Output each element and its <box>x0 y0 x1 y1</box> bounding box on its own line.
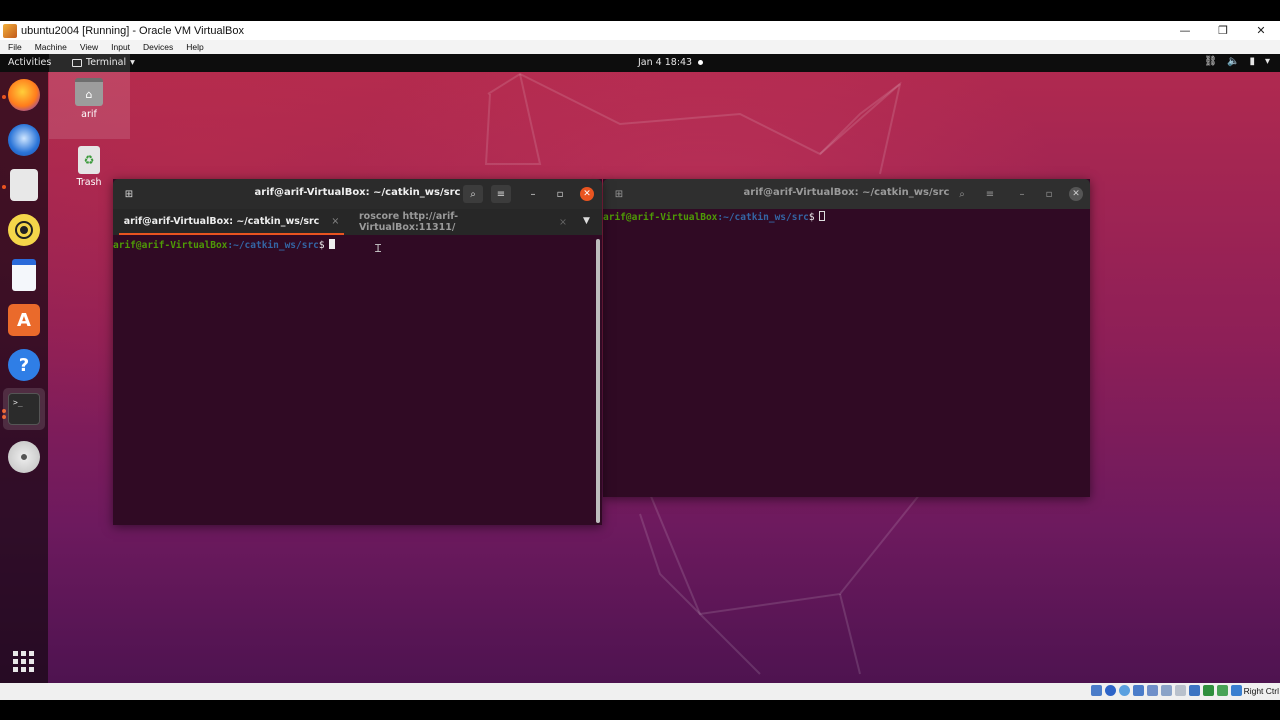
notification-dot-icon <box>698 60 703 65</box>
terminal-left-output[interactable]: arif@arif-VirtualBox:~/catkin_ws/src$ Ɪ <box>113 239 602 255</box>
terminal-right-headerbar: ⊞ arif@arif-VirtualBox: ~/catkin_ws/src … <box>603 179 1090 209</box>
desktop-trash-label: Trash <box>76 177 102 188</box>
menu-view[interactable]: View <box>80 42 98 52</box>
dock: A ? >_ <box>0 72 48 683</box>
tab-label: arif@arif-VirtualBox: ~/catkin_ws/src <box>123 215 320 227</box>
menu-help[interactable]: Help <box>186 42 203 52</box>
close-icon[interactable]: ✕ <box>1069 187 1083 201</box>
desktop-trash[interactable]: ♻ Trash <box>62 146 116 188</box>
restore-icon[interactable]: ❐ <box>1204 21 1242 40</box>
guest-screen: Activities Terminal ▾ Jan 4 18:43 ⛓ 🔈 ▮ … <box>0 54 1280 683</box>
rhythmbox-icon[interactable] <box>8 214 40 246</box>
terminal-scrollbar[interactable] <box>596 239 600 523</box>
terminal-right-output[interactable]: arif@arif-VirtualBox:~/catkin_ws/src$ <box>603 211 1090 223</box>
vbox-statusbar: Right Ctrl <box>0 683 1280 700</box>
maximize-icon[interactable]: ▫ <box>550 185 570 203</box>
tab-label: roscore http://arif-VirtualBox:11311/ <box>359 211 459 233</box>
host-key-label: Right Ctrl <box>1243 686 1279 696</box>
network-adapter-icon[interactable] <box>1133 685 1144 696</box>
menu-devices[interactable]: Devices <box>143 42 173 52</box>
prompt-user: arif@arif-VirtualBox <box>603 212 718 223</box>
tab-roscore[interactable]: roscore http://arif-VirtualBox:11311/ × <box>359 209 567 235</box>
terminal-icon[interactable]: >_ <box>8 393 40 425</box>
virtualbox-icon <box>3 23 17 38</box>
tab-active[interactable]: arif@arif-VirtualBox: ~/catkin_ws/src × <box>119 209 344 235</box>
keyboard-capture-icon[interactable] <box>1231 685 1242 696</box>
close-icon[interactable]: ✕ <box>1242 21 1280 40</box>
text-cursor <box>818 211 825 221</box>
terminal-left-headerbar: ⊞ arif@arif-VirtualBox: ~/catkin_ws/src … <box>113 179 602 209</box>
menu-input[interactable]: Input <box>111 42 130 52</box>
running-indicator <box>2 185 6 189</box>
prompt-path: :~/catkin_ws/src <box>227 240 319 251</box>
vbox-window-title: ubuntu2004 [Running] - Oracle VM Virtual… <box>21 24 244 37</box>
display-icon[interactable] <box>1175 685 1186 696</box>
dvd-icon[interactable] <box>8 441 40 473</box>
search-icon[interactable]: ⌕ <box>463 185 483 203</box>
files-icon[interactable] <box>10 169 38 201</box>
recording-icon[interactable] <box>1189 685 1200 696</box>
network-icon: ⛓ <box>1204 56 1217 67</box>
prompt-user: arif@arif-VirtualBox <box>113 240 228 251</box>
text-cursor <box>328 239 335 249</box>
hdd-status-icon[interactable] <box>1091 685 1102 696</box>
clock[interactable]: Jan 4 18:43 <box>638 57 692 68</box>
vbox-titlebar: ubuntu2004 [Running] - Oracle VM Virtual… <box>0 21 1280 40</box>
terminal-tab-bar: arif@arif-VirtualBox: ~/catkin_ws/src × … <box>113 209 602 235</box>
power-menu-icon: ▾ <box>1264 56 1270 67</box>
battery-icon: ▮ <box>1249 56 1255 67</box>
caret-down-icon: ▾ <box>130 57 135 68</box>
writer-icon[interactable] <box>12 259 36 291</box>
minimize-icon[interactable]: — <box>1166 21 1204 40</box>
firefox-icon[interactable] <box>8 79 40 111</box>
thunderbird-icon[interactable] <box>8 124 40 156</box>
ibeam-pointer-icon: Ɪ <box>375 242 382 255</box>
vbox-status-icons <box>1091 685 1242 696</box>
terminal-window-right[interactable]: ⊞ arif@arif-VirtualBox: ~/catkin_ws/src … <box>603 179 1090 497</box>
speaker-cone-icon <box>15 221 33 239</box>
gnome-topbar: Activities Terminal ▾ Jan 4 18:43 ⛓ 🔈 ▮ … <box>0 54 1280 72</box>
mouse-integration-icon[interactable] <box>1217 685 1228 696</box>
hamburger-menu-icon[interactable]: ≡ <box>491 185 511 203</box>
search-icon[interactable]: ⌕ <box>952 185 972 203</box>
running-indicator <box>2 95 6 99</box>
volume-icon: 🔈 <box>1227 56 1240 67</box>
menu-file[interactable]: File <box>8 42 22 52</box>
usb-icon[interactable] <box>1147 685 1158 696</box>
grid-icon <box>13 651 34 672</box>
terminal-window-left[interactable]: ⊞ arif@arif-VirtualBox: ~/catkin_ws/src … <box>113 179 602 525</box>
minimize-icon[interactable]: – <box>1012 185 1032 203</box>
screen-frame: ubuntu2004 [Running] - Oracle VM Virtual… <box>0 0 1280 720</box>
trash-icon: ♻ <box>78 146 100 174</box>
prompt-symbol: $ <box>808 212 815 223</box>
software-icon[interactable]: A <box>8 304 40 336</box>
hamburger-menu-icon[interactable]: ≡ <box>980 185 1000 203</box>
home-folder-icon: ⌂ <box>75 78 103 106</box>
optical-drive-icon[interactable] <box>1105 685 1116 696</box>
system-tray[interactable]: ⛓ 🔈 ▮ ▾ <box>1204 56 1270 67</box>
show-apps-icon[interactable] <box>8 646 40 678</box>
prompt-symbol: $ <box>318 240 325 251</box>
tab-close-icon[interactable]: × <box>331 216 339 227</box>
audio-icon[interactable] <box>1119 685 1130 696</box>
desktop-home-folder[interactable]: ⌂ arif <box>62 78 116 120</box>
close-icon[interactable]: ✕ <box>580 187 594 201</box>
tab-close-icon[interactable]: × <box>559 217 567 228</box>
shared-folders-icon[interactable] <box>1161 685 1172 696</box>
activities-button[interactable]: Activities <box>8 57 51 68</box>
desktop-home-label: arif <box>81 109 97 120</box>
vbox-window-controls: — ❐ ✕ <box>1166 21 1280 40</box>
minimize-icon[interactable]: – <box>523 185 543 203</box>
maximize-icon[interactable]: ▫ <box>1039 185 1059 203</box>
help-icon[interactable]: ? <box>8 349 40 381</box>
cpu-activity-icon[interactable] <box>1203 685 1214 696</box>
prompt-path: :~/catkin_ws/src <box>717 212 809 223</box>
menu-machine[interactable]: Machine <box>35 42 67 52</box>
tabs-dropdown-icon[interactable]: ▼ <box>583 216 590 226</box>
vbox-menubar: File Machine View Input Devices Help <box>0 40 1280 54</box>
